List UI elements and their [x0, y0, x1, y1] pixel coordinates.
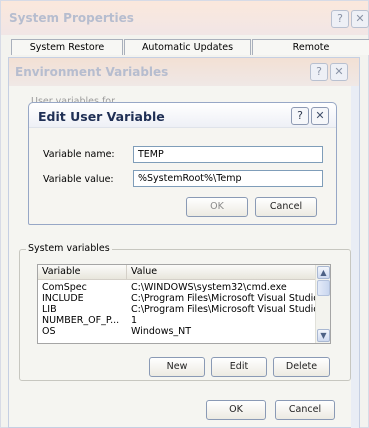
- column-header-variable[interactable]: Variable: [38, 265, 127, 280]
- row-variable: OS: [42, 326, 56, 337]
- close-icon[interactable]: ✕: [351, 10, 369, 28]
- scrollbar-thumb[interactable]: [317, 280, 330, 296]
- cancel-button[interactable]: Cancel: [275, 400, 335, 420]
- table-row[interactable]: LIB C:\Program Files\Microsoft Visual St…: [38, 304, 317, 315]
- ok-button[interactable]: OK: [206, 400, 266, 420]
- row-value: Windows_NT: [131, 326, 192, 337]
- row-variable: NUMBER_OF_P...: [42, 315, 120, 326]
- row-variable: LIB: [42, 304, 57, 315]
- tab-remote[interactable]: Remote: [252, 39, 369, 55]
- edit-dialog-ok-button[interactable]: OK: [186, 197, 248, 217]
- variable-value-field[interactable]: %SystemRoot%\Temp: [133, 170, 323, 187]
- system-properties-title: System Properties: [9, 11, 134, 25]
- help-icon[interactable]: ?: [331, 10, 349, 28]
- list-header: Variable Value: [38, 265, 317, 280]
- help-icon[interactable]: ?: [291, 107, 309, 125]
- environment-variables-title: Environment Variables: [15, 65, 169, 79]
- scroll-down-icon[interactable]: ▼: [317, 329, 330, 342]
- edit-dialog-title: Edit User Variable: [38, 109, 165, 124]
- new-button[interactable]: New: [149, 357, 205, 377]
- row-value: C:\WINDOWS\system32\cmd.exe: [131, 282, 287, 293]
- variable-name-label: Variable name:: [43, 149, 115, 160]
- delete-button[interactable]: Delete: [273, 357, 330, 377]
- row-variable: INCLUDE: [42, 293, 84, 304]
- row-value: C:\Program Files\Microsoft Visual Studio…: [131, 304, 315, 315]
- edit-user-variable-dialog: Edit User Variable ? ✕ Variable name: TE…: [28, 102, 337, 225]
- table-row[interactable]: NUMBER_OF_P... 1: [38, 315, 317, 326]
- edit-button[interactable]: Edit: [211, 357, 267, 377]
- row-value: 1: [131, 315, 138, 326]
- row-variable: ComSpec: [42, 282, 87, 293]
- tab-system-restore[interactable]: System Restore: [11, 39, 123, 55]
- table-row[interactable]: OS Windows_NT: [38, 326, 317, 337]
- tab-automatic-updates[interactable]: Automatic Updates: [124, 39, 251, 55]
- edit-dialog-cancel-button[interactable]: Cancel: [255, 197, 317, 217]
- close-icon[interactable]: ✕: [330, 63, 348, 81]
- variable-name-field[interactable]: TEMP: [133, 146, 323, 163]
- scroll-up-icon[interactable]: ▲: [317, 266, 330, 279]
- table-row[interactable]: INCLUDE C:\Program Files\Microsoft Visua…: [38, 293, 317, 304]
- column-header-value[interactable]: Value: [127, 265, 317, 280]
- table-row[interactable]: ComSpec C:\WINDOWS\system32\cmd.exe: [38, 282, 317, 293]
- close-icon[interactable]: ✕: [311, 107, 329, 125]
- help-icon[interactable]: ?: [310, 63, 328, 81]
- dialog-right-strip: [351, 86, 359, 428]
- system-variables-list[interactable]: Variable Value ComSpec C:\WINDOWS\system…: [37, 264, 331, 344]
- row-value: C:\Program Files\Microsoft Visual Studio…: [131, 293, 315, 304]
- variable-value-label: Variable value:: [43, 174, 114, 185]
- system-variables-label: System variables: [26, 243, 112, 254]
- list-scrollbar[interactable]: ▲ ▼: [315, 265, 330, 343]
